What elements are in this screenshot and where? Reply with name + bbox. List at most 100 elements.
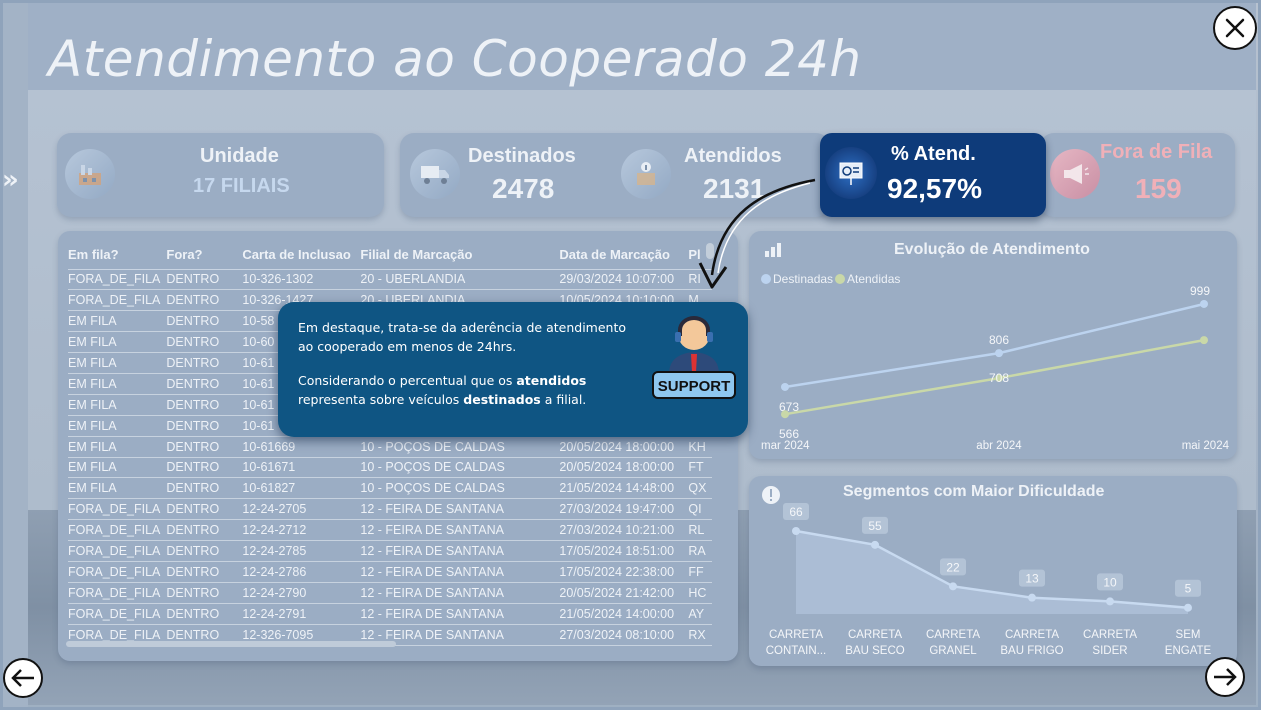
table-cell: DENTRO: [166, 477, 243, 500]
factory-icon: [65, 149, 115, 199]
records-table-panel: Em fila? Fora? Carta de Inclusao Filial de …: [58, 231, 738, 661]
package-info-icon: [621, 149, 671, 199]
data-point[interactable]: [781, 410, 789, 419]
data-point[interactable]: [1106, 597, 1114, 606]
data-label: 708: [989, 371, 1009, 385]
table-cell: 20/05/2024 21:42:00: [559, 582, 689, 604]
data-point[interactable]: [1184, 603, 1192, 612]
horizontal-scrollbar[interactable]: [66, 641, 396, 647]
x-tick-label: CARRETA CONTAIN...: [766, 629, 826, 657]
table-cell: 10-61671: [242, 457, 361, 479]
table-cell: DENTRO: [166, 519, 243, 542]
kpi-card-percent-atend[interactable]: % Atend. 92,57%: [820, 133, 1046, 217]
column-header[interactable]: Data de Marcação: [559, 241, 689, 270]
table-cell: DENTRO: [166, 269, 243, 291]
data-point[interactable]: [1028, 593, 1036, 602]
close-button[interactable]: [1213, 6, 1257, 50]
arrow-left-icon: [11, 669, 34, 687]
table-cell: DENTRO: [166, 415, 243, 437]
data-point[interactable]: [1200, 299, 1208, 308]
table-cell: DENTRO: [166, 394, 243, 416]
kpi-card-fora-de-fila: Fora de Fila 159: [1040, 133, 1235, 217]
table-cell: 10-61827: [242, 477, 361, 500]
table-cell: RA: [688, 540, 713, 562]
table-cell: EM FILA: [68, 331, 167, 354]
table-cell: 21/05/2024 14:00:00: [559, 603, 689, 625]
table-cell: FF: [688, 561, 713, 583]
table-cell: 12 - FEIRA DE SANTANA: [360, 519, 560, 542]
column-header[interactable]: Em fila?: [68, 241, 167, 270]
data-label: 10: [1103, 575, 1117, 589]
table-row[interactable]: EM FILA DENTRO 10-61669 10 - POÇOS DE CALDA…: [68, 436, 713, 458]
data-point[interactable]: [949, 582, 957, 591]
table-cell: DENTRO: [166, 582, 243, 604]
segmentos-area-chart: 66 55 22 13 10 5 CARRETA CONTAIN... CARRETA BAU S…: [766, 503, 1212, 657]
table-cell: 17/05/2024 22:38:00: [559, 561, 689, 583]
kpi-value-destinados: 2478: [492, 173, 555, 204]
data-label: 66: [789, 505, 803, 519]
table-header-row: Em fila? Fora? Carta de Inclusao Filial de …: [68, 241, 713, 270]
table-row[interactable]: FORA_DE_FILA DENTRO 12-24-2786 12 - FEIRA D…: [68, 561, 713, 583]
x-tick-label: abr 2024: [976, 440, 1022, 452]
table-cell: FORA_DE_FILA: [68, 269, 167, 291]
callout-text-2: Considerando o percentual que os atendid…: [298, 373, 587, 407]
table-cell: 12 - FEIRA DE SANTANA: [360, 582, 560, 604]
info-callout: Em destaque, trata-se da aderência de at…: [278, 302, 748, 437]
data-point[interactable]: [995, 349, 1003, 358]
table-cell: 12-24-2705: [242, 498, 361, 521]
table-cell: FORA_DE_FILA: [68, 540, 167, 562]
data-point[interactable]: [1200, 336, 1208, 345]
table-cell: FORA_DE_FILA: [68, 498, 167, 521]
megaphone-icon: [1050, 149, 1100, 199]
table-cell: EM FILA: [68, 477, 167, 500]
table-row[interactable]: EM FILA DENTRO 10-61671 10 - POÇOS DE CALDA…: [68, 457, 713, 479]
data-label: 5: [1185, 582, 1192, 596]
data-label: 806: [989, 333, 1009, 347]
table-cell: FORA_DE_FILA: [68, 289, 167, 312]
table-row[interactable]: FORA_DE_FILA DENTRO 12-24-2705 12 - FEIRA D…: [68, 498, 713, 521]
kpi-label-atendidos: Atendidos: [684, 145, 782, 167]
next-page-button[interactable]: [1205, 657, 1245, 697]
table-cell: EM FILA: [68, 310, 167, 333]
data-point[interactable]: [871, 540, 879, 549]
table-cell: 10 - POÇOS DE CALDAS: [360, 457, 560, 479]
table-cell: EM FILA: [68, 436, 167, 458]
table-cell: 12 - FEIRA DE SANTANA: [360, 561, 560, 583]
x-tick-label: SEM ENGATE: [1165, 629, 1212, 657]
support-badge-text: SUPPORT: [658, 378, 731, 395]
close-icon: [1225, 18, 1245, 38]
kpi-label-percent-atend: % Atend.: [891, 143, 976, 165]
table-cell: EM FILA: [68, 415, 167, 437]
table-cell: RX: [688, 624, 713, 646]
left-strip: [0, 0, 28, 710]
expand-panel-button[interactable]: »: [2, 165, 26, 195]
table-cell: QI: [688, 498, 713, 521]
column-header[interactable]: Fora?: [166, 241, 243, 270]
table-cell: RL: [688, 519, 713, 542]
table-cell: FT: [688, 457, 713, 479]
table-cell: DENTRO: [166, 352, 243, 374]
previous-page-button[interactable]: [3, 658, 43, 698]
table-cell: 12-24-2785: [242, 540, 361, 562]
table-cell: 17/05/2024 18:51:00: [559, 540, 689, 562]
table-cell: FORA_DE_FILA: [68, 519, 167, 542]
table-row[interactable]: FORA_DE_FILA DENTRO 10-326-1302 20 - UBERLA…: [68, 269, 713, 291]
table-cell: AY: [688, 603, 713, 625]
table-row[interactable]: FORA_DE_FILA DENTRO 12-24-2791 12 - FEIRA D…: [68, 603, 713, 625]
table-row[interactable]: FORA_DE_FILA DENTRO 12-24-2790 12 - FEIRA D…: [68, 582, 713, 604]
table-cell: 12-24-2791: [242, 603, 361, 625]
column-header[interactable]: Filial de Marcação: [360, 241, 560, 270]
data-label: 999: [1190, 284, 1210, 298]
data-point[interactable]: [792, 527, 800, 535]
support-agent-icon: SUPPORT: [652, 316, 736, 399]
table-row[interactable]: FORA_DE_FILA DENTRO 12-24-2785 12 - FEIRA D…: [68, 540, 713, 562]
data-label: 13: [1025, 572, 1039, 586]
table-row[interactable]: FORA_DE_FILA DENTRO 12-24-2712 12 - FEIRA D…: [68, 519, 713, 542]
table-cell: DENTRO: [166, 457, 243, 479]
table-cell: EM FILA: [68, 373, 167, 395]
table-cell: DENTRO: [166, 436, 243, 458]
table-row[interactable]: EM FILA DENTRO 10-61827 10 - POÇOS DE CALDA…: [68, 477, 713, 500]
column-header[interactable]: Carta de Inclusao: [242, 241, 361, 270]
data-point[interactable]: [781, 382, 789, 391]
table-cell: DENTRO: [166, 331, 243, 354]
